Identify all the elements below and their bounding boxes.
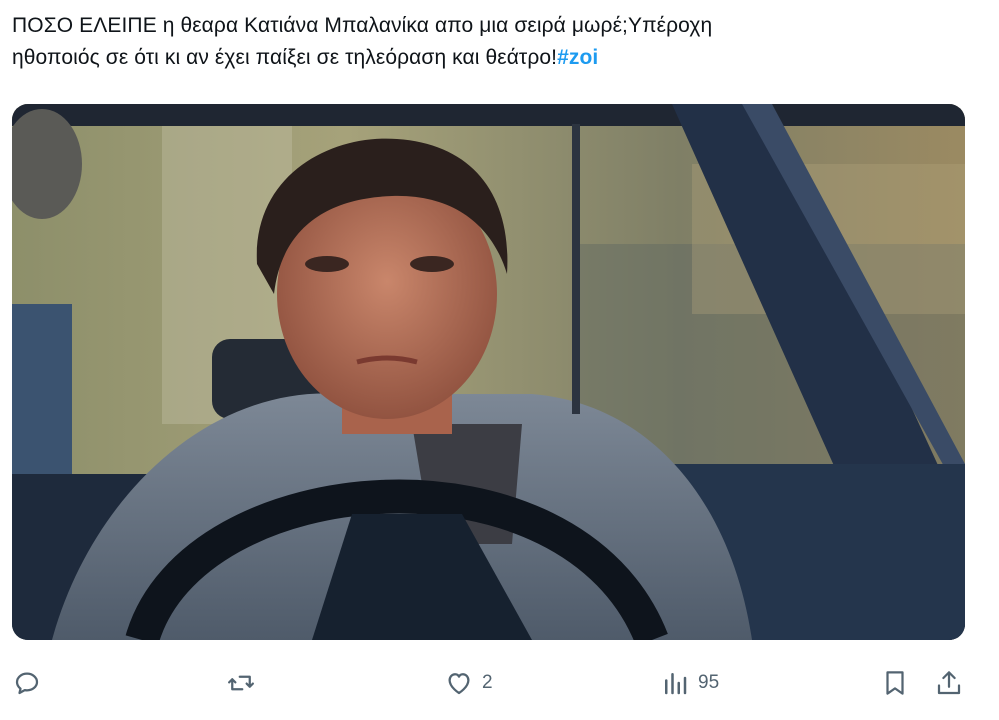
tweet-text: ΠΟΣΟ ΕΛΕΙΠΕ η θεαρα Κατιάνα Μπαλανίκα απ… bbox=[12, 10, 972, 74]
views-button[interactable]: 95 bbox=[660, 666, 719, 700]
reply-button[interactable] bbox=[12, 666, 42, 700]
tweet-text-line2: ηθοποιός σε ότι κι αν έχει παίξει σε τηλ… bbox=[12, 46, 558, 69]
bookmark-button[interactable] bbox=[880, 666, 910, 700]
reply-icon bbox=[15, 672, 39, 695]
tweet-media-image[interactable] bbox=[12, 104, 965, 640]
share-button[interactable] bbox=[934, 666, 964, 700]
like-count: 2 bbox=[482, 672, 493, 693]
tweet-text-line1: ΠΟΣΟ ΕΛΕΙΠΕ η θεαρα Κατιάνα Μπαλανίκα απ… bbox=[12, 14, 713, 37]
like-button[interactable]: 2 bbox=[444, 666, 493, 700]
car-driver-still-image bbox=[12, 104, 965, 640]
views-bar-chart-icon bbox=[665, 673, 687, 695]
hashtag-link[interactable]: #zoi bbox=[557, 46, 598, 69]
bookmark-icon bbox=[886, 671, 904, 695]
share-icon bbox=[937, 671, 961, 695]
views-count: 95 bbox=[698, 672, 720, 693]
retweet-icon bbox=[228, 675, 254, 691]
tweet-action-bar: 2 95 bbox=[0, 660, 999, 706]
retweet-button[interactable] bbox=[226, 666, 256, 700]
heart-icon bbox=[448, 673, 470, 695]
